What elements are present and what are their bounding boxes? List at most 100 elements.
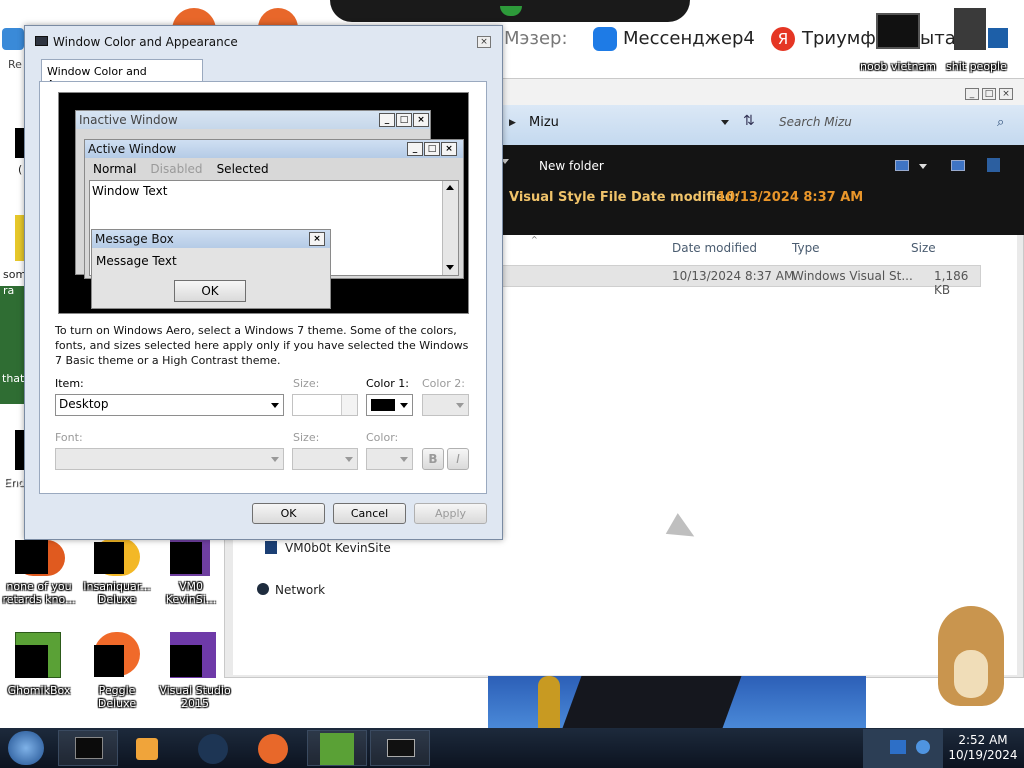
font-color-button[interactable] — [366, 448, 413, 470]
menu-disabled: Disabled — [150, 162, 203, 176]
nav-item-network[interactable]: Network — [275, 583, 325, 597]
ok-button[interactable]: OK — [252, 503, 325, 524]
font-size-select[interactable] — [292, 448, 358, 470]
start-button[interactable] — [8, 731, 44, 765]
maximize-button[interactable]: □ — [982, 88, 996, 100]
tab-triumph[interactable]: Триумф — [802, 28, 876, 49]
bold-button[interactable]: B — [422, 448, 444, 470]
messenger-icon — [593, 27, 617, 51]
item-select[interactable]: Desktop — [55, 394, 284, 416]
shit-people-label: shit people — [946, 60, 1007, 73]
sort-indicator-icon: ^ — [531, 235, 538, 244]
desktop-icon-visual-studio-cover — [170, 645, 202, 677]
yandex-icon: Я — [771, 27, 795, 51]
desktop-label-vm0: VM0 KevinSi... — [165, 580, 217, 606]
size-spinner[interactable] — [292, 394, 358, 416]
item-select-value: Desktop — [59, 397, 109, 411]
nav-item-vm0b0t[interactable]: VM0b0t KevinSite — [285, 541, 391, 555]
refresh-icon[interactable]: ⇅ — [743, 113, 755, 129]
tray-volume-icon[interactable] — [916, 740, 930, 754]
color1-button[interactable] — [366, 394, 413, 416]
desktop-fragment: ra — [3, 284, 15, 297]
column-date-modified[interactable]: Date modified — [672, 241, 757, 255]
desktop-fragment: that — [2, 372, 25, 385]
window-text: Window Text — [92, 184, 168, 198]
desktop-icon-insaniquarium-cover — [94, 542, 124, 574]
desktop-green-tile — [0, 286, 24, 404]
close-button[interactable]: × — [999, 88, 1013, 100]
tab-panel: Inactive Window _ □ × Active Window _ □ … — [39, 81, 487, 494]
search-input[interactable]: Search Mizu — [779, 115, 1001, 129]
desktop-fragment: ( — [18, 163, 23, 176]
taskbar-firefox-icon[interactable] — [258, 734, 288, 764]
message-box-close-icon: × — [309, 232, 325, 246]
inactive-close-icon: × — [413, 113, 429, 127]
new-folder-button[interactable]: New folder — [539, 159, 604, 173]
font-size-dropdown-icon — [345, 457, 353, 462]
tab-messenger[interactable]: Мессенджер4 — [623, 28, 755, 49]
taskbar-app-icon-1 — [75, 737, 103, 759]
message-text: Message Text — [96, 254, 177, 268]
address-folder[interactable]: Mizu — [529, 115, 559, 130]
desktop-label-insaniquarium: Insaniquar... Deluxe — [83, 580, 151, 606]
desktop-fragment: som — [3, 268, 27, 281]
desktop-icon-peggle-cover — [94, 645, 124, 677]
font-color-label: Color: — [366, 431, 399, 444]
help-icon[interactable] — [987, 158, 1000, 172]
spinner-arrows-icon — [341, 395, 357, 415]
cancel-button[interactable]: Cancel — [333, 503, 406, 524]
font-select[interactable] — [55, 448, 284, 470]
column-type[interactable]: Type — [792, 241, 820, 255]
active-maximize-icon: □ — [424, 142, 440, 156]
menu-selected: Selected — [216, 162, 269, 176]
active-minimize-icon: _ — [407, 142, 423, 156]
message-box-title: Message Box — [92, 230, 330, 248]
taskbar-item-ghomikbox[interactable] — [307, 730, 367, 766]
taskbar-item-1[interactable] — [58, 730, 118, 766]
address-dropdown-icon[interactable] — [721, 120, 729, 125]
tray-network-icon[interactable] — [890, 740, 906, 754]
color1-swatch — [371, 399, 395, 411]
color2-label: Color 2: — [422, 377, 465, 390]
menu-normal: Normal — [93, 162, 137, 176]
size-label: Size: — [293, 377, 320, 390]
window-color-dialog: Window Color and Appearance × Window Col… — [24, 25, 503, 540]
column-size[interactable]: Size — [911, 241, 936, 255]
italic-button[interactable]: I — [447, 448, 469, 470]
top-right-app-icon[interactable] — [988, 28, 1008, 48]
table-row[interactable]: 10/13/2024 8:37 AM Windows Visual St... … — [501, 265, 981, 297]
clock-date: 10/19/2024 — [948, 748, 1018, 762]
wallpaper-spire — [538, 676, 560, 728]
desktop-label-retards: none of you retards kno... — [2, 580, 76, 606]
dialog-close-button[interactable]: × — [477, 36, 491, 48]
apply-button[interactable]: Apply — [414, 503, 487, 524]
font-color-dropdown-icon — [400, 457, 408, 462]
view-dropdown-icon[interactable] — [919, 164, 927, 169]
message-box-preview: Message Box × Message Text OK — [91, 229, 331, 309]
aero-description: To turn on Windows Aero, select a Window… — [55, 324, 469, 367]
top-left-icon[interactable] — [2, 28, 24, 50]
minimize-button[interactable]: _ — [965, 88, 979, 100]
taskbar-item-explorer[interactable] — [370, 730, 430, 766]
preview-scrollbar — [442, 181, 458, 275]
color2-button[interactable] — [422, 394, 469, 416]
taskbar-clock[interactable]: 2:52 AM 10/19/2024 — [945, 733, 1021, 763]
taskbar-steam-icon[interactable] — [198, 734, 228, 764]
item-label: Item: — [55, 377, 84, 390]
noob-vietnam-icon[interactable] — [876, 13, 920, 49]
view-icon[interactable] — [895, 160, 909, 171]
taskbar-media-icon[interactable] — [136, 738, 158, 760]
tab-window-color[interactable]: Window Color and Appearance — [41, 59, 203, 91]
preview-pane-icon[interactable] — [951, 160, 965, 171]
row-size: 1,186 KB — [934, 269, 969, 297]
row-type: Windows Visual St... — [792, 269, 913, 283]
desktop-icon-retards-cover — [15, 540, 48, 574]
tab-mezer[interactable]: Мэзер: — [504, 28, 568, 49]
desktop-label-ghomikbox: GhomikBox — [7, 684, 71, 697]
desktop-icon-ghomikbox-cover — [15, 645, 48, 678]
taskbar-ghomikbox-icon — [320, 733, 354, 765]
shit-people-icon[interactable] — [954, 8, 986, 50]
wallpaper-flag — [562, 676, 742, 728]
row-date: 10/13/2024 8:37 AM — [672, 269, 795, 283]
inactive-maximize-icon: □ — [396, 113, 412, 127]
